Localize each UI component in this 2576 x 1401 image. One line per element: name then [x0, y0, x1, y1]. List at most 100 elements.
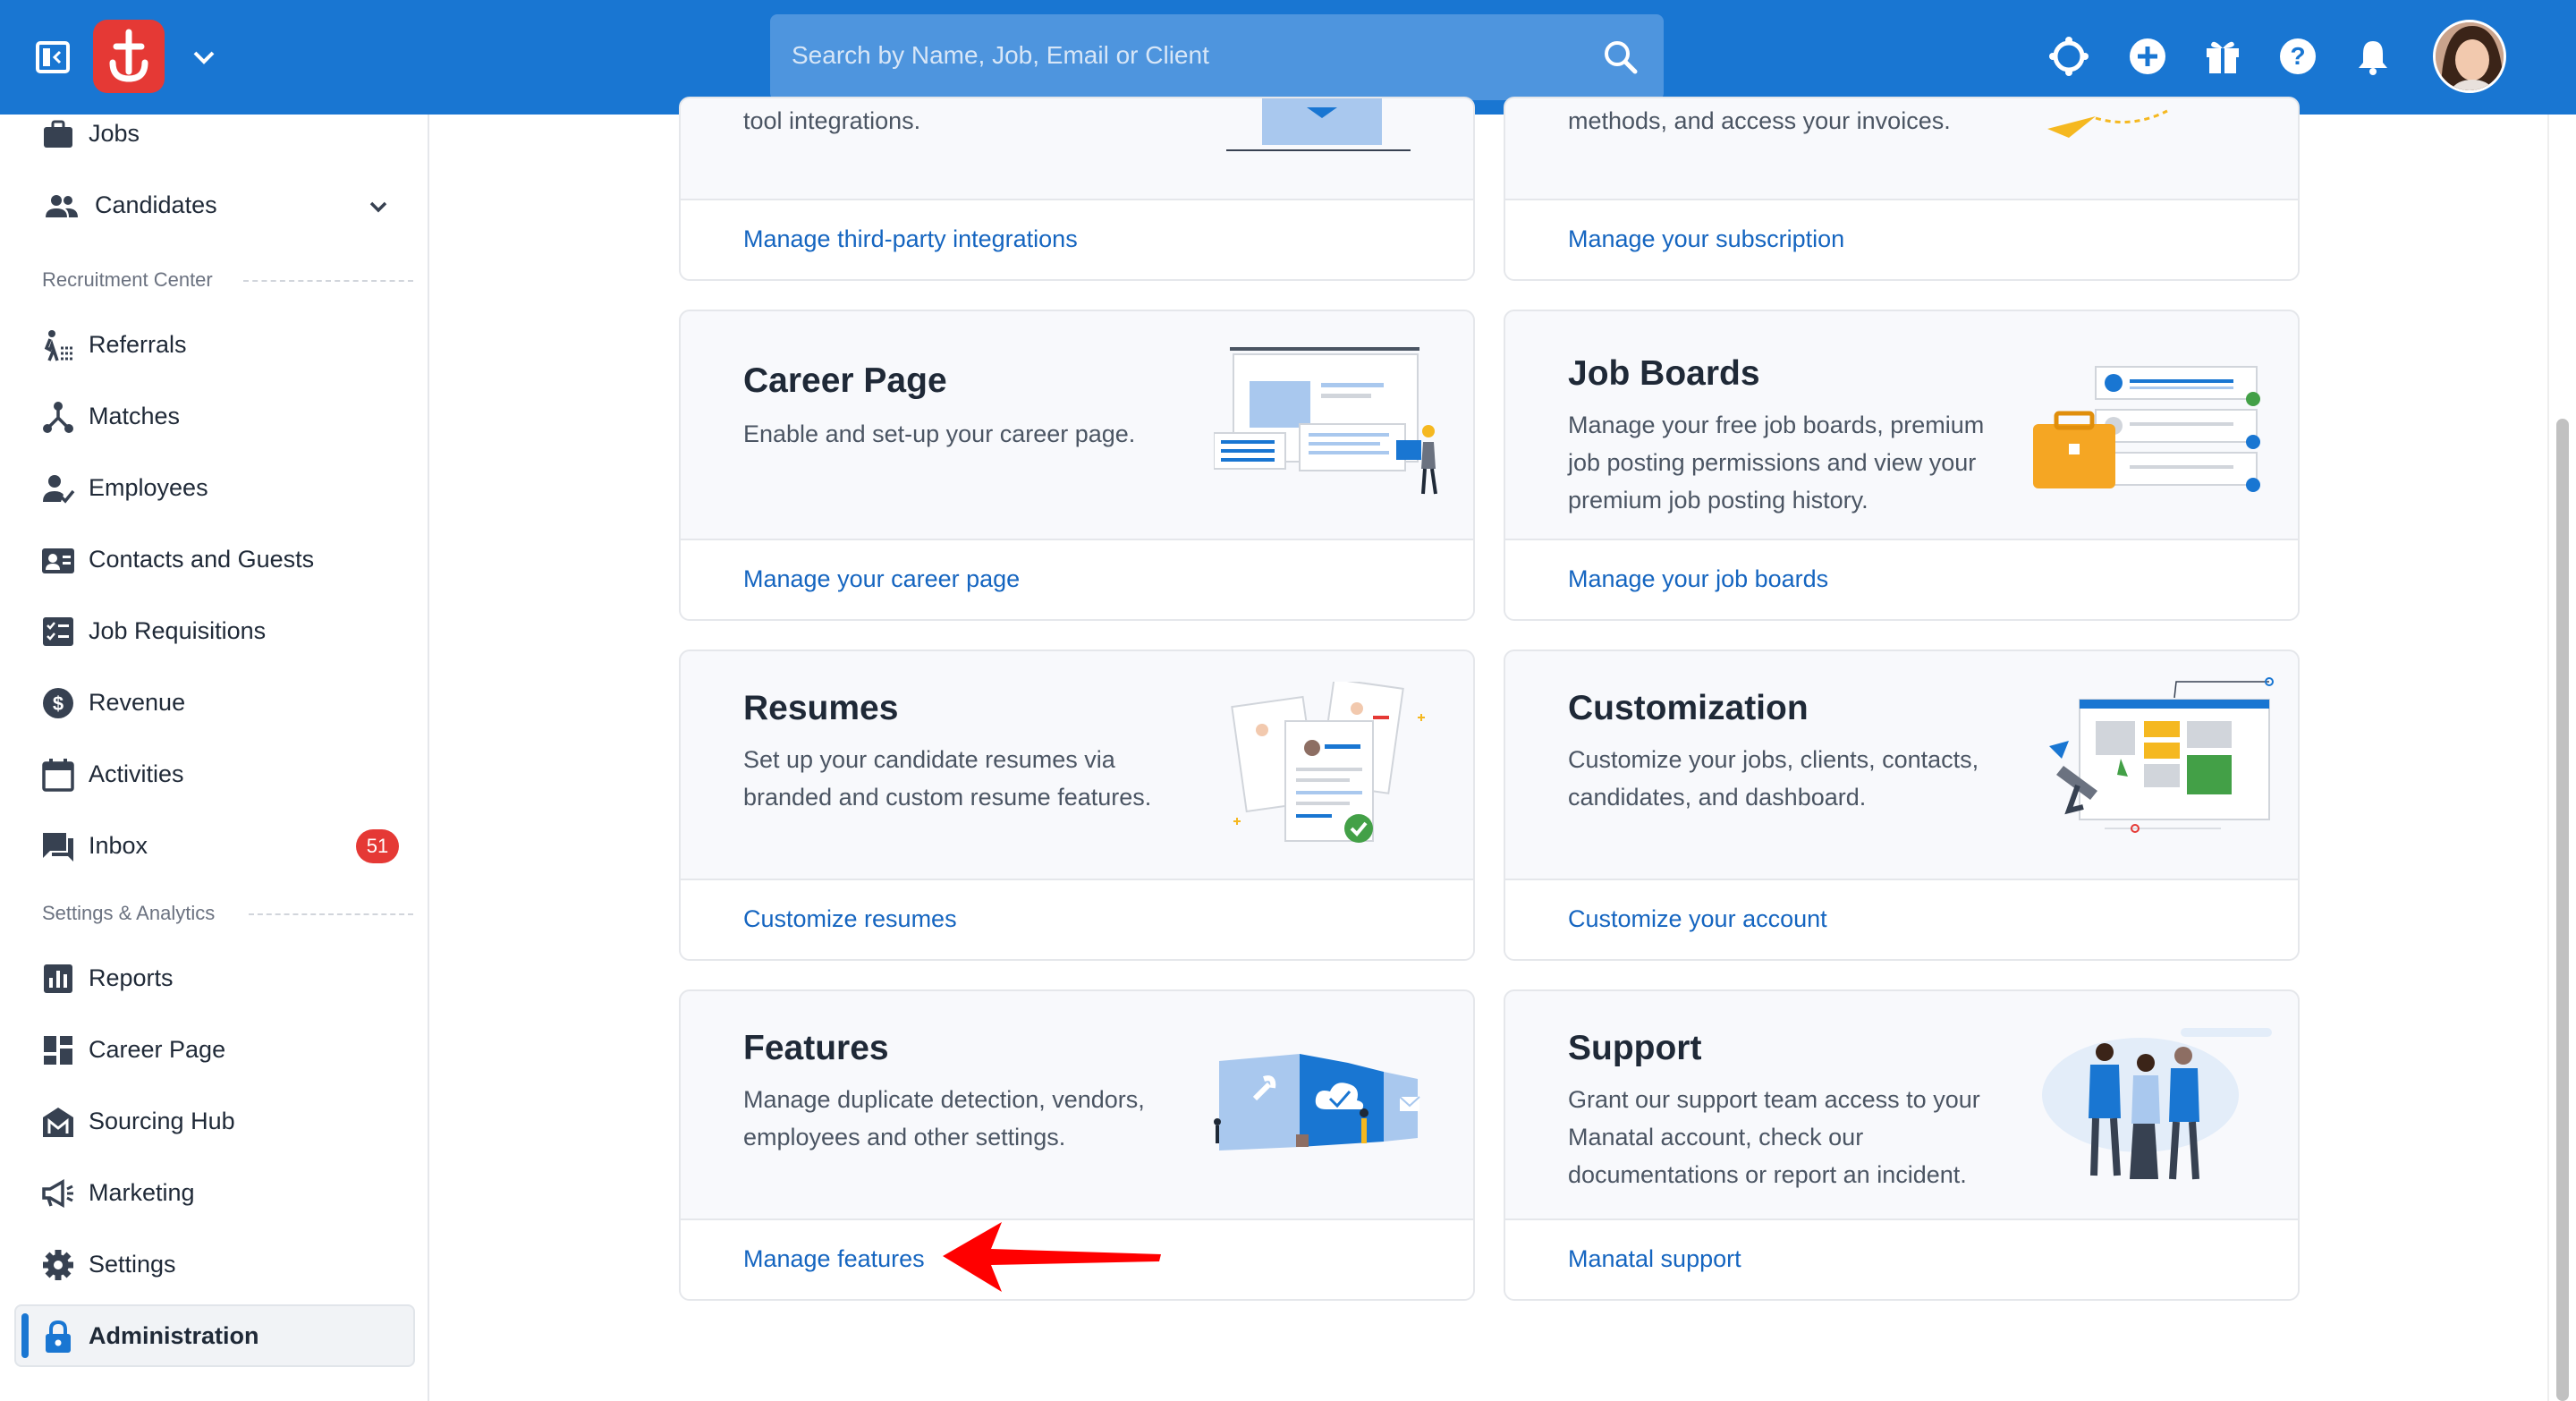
extensions-icon[interactable]	[2048, 36, 2089, 77]
add-circle-icon[interactable]	[2127, 36, 2168, 77]
sidebar-item-label: Jobs	[89, 120, 140, 147]
notification-bell-icon[interactable]	[2352, 36, 2394, 77]
sidebar-item-inbox[interactable]: Inbox 51	[0, 814, 429, 877]
manage-integrations-link[interactable]: Manage third-party integrations	[743, 225, 1078, 253]
manage-career-page-link[interactable]: Manage your career page	[743, 565, 1020, 593]
sidebar-item-administration[interactable]: Administration	[0, 1304, 429, 1367]
sidebar-item-label: Activities	[89, 760, 184, 787]
contacts-icon	[41, 543, 75, 577]
card-title: Job Boards	[1568, 354, 1760, 393]
card-description: methods, and access your invoices.	[1568, 107, 1951, 134]
search-icon[interactable]	[1601, 38, 1640, 77]
matches-icon	[41, 400, 75, 434]
calendar-icon	[41, 758, 75, 792]
features-illustration	[1214, 1036, 1455, 1166]
card-description: Grant our support team access to your Ma…	[1568, 1086, 1980, 1188]
search-placeholder: Search by Name, Job, Email or Client	[792, 41, 1209, 69]
card-title: Career Page	[743, 361, 947, 400]
sidebar-item-career-page[interactable]: Career Page	[0, 1018, 429, 1081]
paper-plane-illustration	[2042, 98, 2185, 148]
people-icon	[45, 189, 79, 223]
section-title-settings: Settings & Analytics	[42, 902, 216, 924]
section-divider	[249, 913, 413, 915]
dashboard-icon	[41, 1033, 75, 1067]
briefcase-icon	[41, 117, 75, 151]
manatal-support-link[interactable]: Manatal support	[1568, 1245, 1741, 1273]
sidebar-item-label: Inbox	[89, 832, 148, 859]
chevron-down-icon[interactable]	[365, 193, 392, 220]
sidebar-item-employees[interactable]: Employees	[0, 456, 429, 519]
sidebar-item-job-requisitions[interactable]: Job Requisitions	[0, 599, 429, 662]
sidebar-item-label: Candidates	[95, 191, 217, 218]
card-footer: Customize resumes	[681, 879, 1473, 959]
card-footer: Manage your subscription	[1505, 199, 2298, 279]
card-title: Resumes	[743, 689, 899, 727]
sidebar-item-marketing[interactable]: Marketing	[0, 1161, 429, 1224]
sidebar-item-activities[interactable]: Activities	[0, 743, 429, 805]
gift-icon[interactable]	[2202, 36, 2243, 77]
sidebar-item-label: Sourcing Hub	[89, 1108, 235, 1134]
job-boards-illustration	[2033, 365, 2266, 531]
avatar[interactable]	[2433, 20, 2506, 93]
card-integrations: tool integrations. Manage third-party in…	[679, 97, 1475, 281]
customize-account-link[interactable]: Customize your account	[1568, 905, 1827, 933]
sidebar-item-label: Referrals	[89, 331, 187, 358]
career-page-illustration	[1213, 344, 1455, 500]
sidebar-item-revenue[interactable]: $ Revenue	[0, 671, 429, 734]
integrations-illustration	[1226, 98, 1423, 157]
card-career-page: Career Page Enable and set-up your caree…	[679, 310, 1475, 621]
manage-subscription-link[interactable]: Manage your subscription	[1568, 225, 1844, 253]
sidebar-item-contacts-and-guests[interactable]: Contacts and Guests	[0, 528, 429, 590]
manage-features-link[interactable]: Manage features	[743, 1245, 925, 1273]
card-job-boards: Job Boards Manage your free job boards, …	[1504, 310, 2300, 621]
customization-illustration	[2042, 676, 2275, 851]
search-input[interactable]: Search by Name, Job, Email or Client	[770, 14, 1664, 100]
card-footer: Customize your account	[1505, 879, 2298, 959]
svg-text:$: $	[53, 692, 64, 715]
manage-job-boards-link[interactable]: Manage your job boards	[1568, 565, 1828, 593]
sidebar-item-matches[interactable]: Matches	[0, 385, 429, 447]
card-description: Set up your candidate resumes via brande…	[743, 746, 1152, 811]
card-title: Features	[743, 1029, 889, 1067]
sidebar-item-jobs[interactable]: Jobs	[0, 102, 429, 165]
card-footer: Manatal support	[1505, 1218, 2298, 1299]
gear-icon	[41, 1248, 75, 1282]
card-resumes: Resumes Set up your candidate resumes vi…	[679, 650, 1475, 961]
card-description: Enable and set-up your career page.	[743, 420, 1136, 447]
requisitions-icon	[41, 615, 75, 649]
card-footer: Manage your job boards	[1505, 539, 2298, 619]
sidebar-item-candidates[interactable]: Candidates	[0, 174, 429, 236]
sidebar-item-settings[interactable]: Settings	[0, 1233, 429, 1295]
sidebar-item-label: Contacts and Guests	[89, 546, 315, 573]
sidebar-item-label: Reports	[89, 964, 174, 991]
card-description: Manage duplicate detection, vendors, emp…	[743, 1086, 1145, 1151]
sidebar-item-referrals[interactable]: Referrals	[0, 313, 429, 376]
card-description: Customize your jobs, clients, contacts, …	[1568, 746, 1979, 811]
customize-resumes-link[interactable]: Customize resumes	[743, 905, 957, 933]
sidebar-item-label: Matches	[89, 403, 181, 429]
sidebar-item-label: Revenue	[89, 689, 186, 716]
sidebar-item-label: Marketing	[89, 1179, 195, 1206]
card-description: Manage your free job boards, premium job…	[1568, 412, 1985, 514]
card-title: Customization	[1568, 689, 1809, 727]
bar-chart-icon	[41, 962, 75, 996]
red-arrow-annotation	[939, 1220, 1163, 1294]
sidebar-toggle-icon[interactable]	[36, 41, 70, 73]
svg-text:?: ?	[2290, 42, 2305, 70]
card-title: Support	[1568, 1029, 1702, 1067]
logo[interactable]	[93, 20, 165, 93]
sidebar-item-label: Job Requisitions	[89, 617, 267, 644]
sidebar-item-label: Administration	[89, 1322, 259, 1349]
sidebar-item-label: Employees	[89, 474, 208, 501]
sidebar: Jobs Candidates Recruitment Center Refer…	[0, 115, 429, 1401]
section-divider	[243, 280, 413, 282]
dollar-icon: $	[41, 686, 75, 720]
sidebar-item-reports[interactable]: Reports	[0, 947, 429, 1009]
sourcing-hub-icon	[41, 1105, 75, 1139]
help-icon[interactable]: ?	[2277, 36, 2318, 77]
card-support: Support Grant our support team access to…	[1504, 989, 2300, 1301]
chevron-down-icon[interactable]	[190, 43, 218, 72]
scrollbar-thumb[interactable]	[2556, 419, 2569, 1401]
inbox-icon	[41, 829, 75, 863]
sidebar-item-sourcing-hub[interactable]: Sourcing Hub	[0, 1090, 429, 1152]
